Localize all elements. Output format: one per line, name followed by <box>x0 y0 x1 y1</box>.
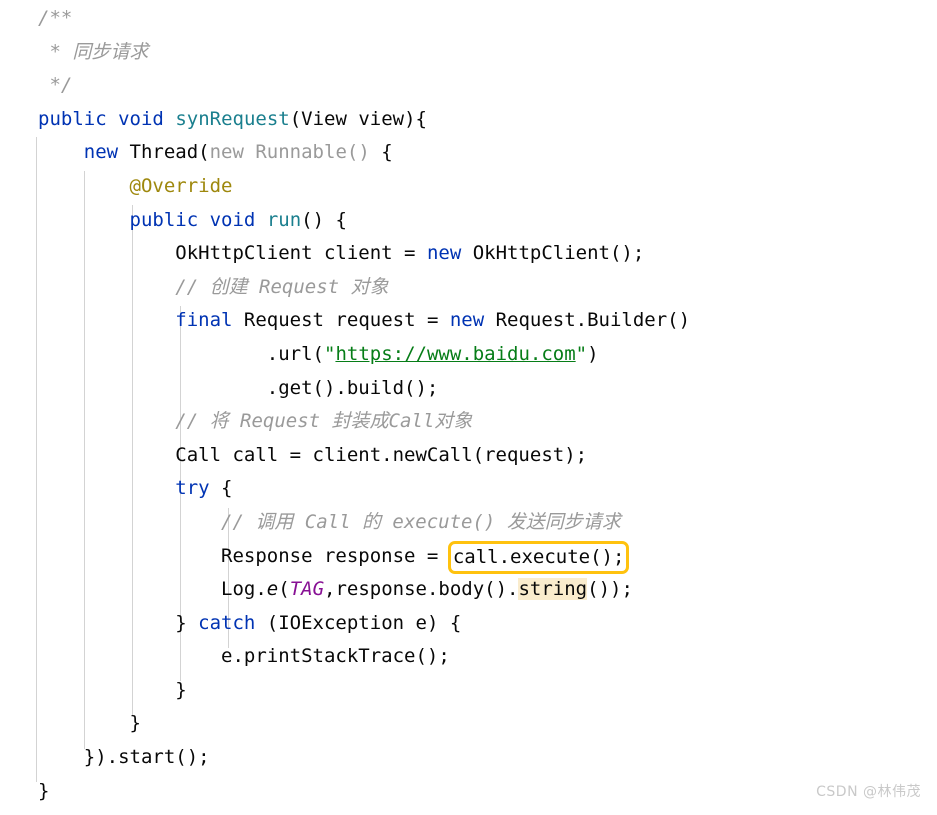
code-token: e.printStackTrace(); <box>38 645 450 668</box>
code-line[interactable]: .url("https://www.baidu.com") <box>38 338 937 372</box>
code-token: Call call = client.newCall(request); <box>38 443 588 466</box>
code-line[interactable]: // 创建 Request 对象 <box>38 271 937 305</box>
code-line[interactable]: } <box>38 707 937 741</box>
code-token: catch <box>198 611 256 634</box>
code-token: Request.Builder() <box>484 309 691 332</box>
code-token: @Override <box>129 174 233 197</box>
code-token: public <box>38 107 107 130</box>
code-line[interactable]: new Thread(new Runnable() { <box>38 136 937 170</box>
code-token: " <box>323 342 336 365</box>
code-token: new Runnable() <box>209 141 370 164</box>
code-token: } <box>38 779 50 802</box>
code-token: (IOException e) { <box>255 611 462 634</box>
code-token: { <box>209 477 233 500</box>
code-line[interactable]: }).start(); <box>38 741 937 775</box>
code-line[interactable]: } catch (IOException e) { <box>38 607 937 641</box>
code-token: ) <box>587 342 599 365</box>
code-token: (View view){ <box>289 107 427 130</box>
code-line[interactable]: final Request request = new Request.Buil… <box>38 304 937 338</box>
code-token: /** <box>38 7 73 29</box>
code-token: Response response = <box>38 544 450 567</box>
code-token: { <box>369 141 393 164</box>
code-line[interactable]: public void synRequest(View view){ <box>38 103 937 137</box>
csdn-watermark: CSDN @林伟茂 <box>816 784 921 800</box>
code-token: https://www.baidu.com <box>335 342 576 365</box>
indent-guide-line <box>36 137 37 782</box>
code-line[interactable]: // 调用 Call 的 execute() 发送同步请求 <box>38 506 937 540</box>
code-token: }).start(); <box>38 746 210 769</box>
code-token: } <box>38 611 199 634</box>
code-line[interactable]: Call call = client.newCall(request); <box>38 439 937 473</box>
code-line[interactable]: try { <box>38 472 937 506</box>
code-token: void <box>118 107 164 130</box>
code-token: new <box>426 242 462 265</box>
highlighted-token: string <box>518 578 588 601</box>
code-token: Request request = <box>232 309 450 332</box>
code-line[interactable]: // 将 Request 封装成Call对象 <box>38 405 937 439</box>
code-token: synRequest <box>175 107 290 130</box>
code-block[interactable]: /** * 同步请求 */ public void synRequest(View… <box>38 2 937 808</box>
code-token: new <box>449 309 485 332</box>
code-token: * 同步请求 <box>38 40 149 63</box>
code-token: Log. <box>38 578 267 601</box>
code-token: run <box>266 208 302 231</box>
code-token: // 创建 Request 对象 <box>175 275 389 298</box>
code-token: public <box>129 208 199 231</box>
code-token: TAG <box>289 578 325 601</box>
code-token: .url( <box>38 342 324 365</box>
code-token: ( <box>278 578 290 601</box>
code-line[interactable]: e.printStackTrace(); <box>38 640 937 674</box>
code-line[interactable]: Response response = call.execute(); <box>38 540 937 574</box>
code-line[interactable]: Log.e(TAG,response.body().string()); <box>38 573 937 607</box>
code-token: e <box>266 578 279 601</box>
code-line[interactable]: public void run() { <box>38 204 937 238</box>
code-line[interactable]: OkHttpClient client = new OkHttpClient()… <box>38 237 937 271</box>
code-token: // 将 Request 封装成Call对象 <box>175 410 473 433</box>
code-token: () { <box>301 208 347 231</box>
code-token: ,response.body(). <box>324 578 519 601</box>
code-token: OkHttpClient(); <box>461 242 645 265</box>
code-token: } <box>38 678 187 701</box>
code-token: } <box>38 712 141 735</box>
code-line[interactable]: */ <box>38 69 937 103</box>
code-line[interactable]: .get().build(); <box>38 372 937 406</box>
code-line[interactable]: /** <box>38 2 937 36</box>
code-token: // 调用 Call 的 execute() 发送同步请求 <box>221 510 621 533</box>
code-line[interactable]: @Override <box>38 170 937 204</box>
code-token: void <box>209 208 256 231</box>
code-editor-canvas: /** * 同步请求 */ public void synRequest(View… <box>0 0 937 815</box>
code-line[interactable]: * 同步请求 <box>38 36 937 70</box>
code-token: OkHttpClient client = <box>38 242 427 265</box>
code-token: .get().build(); <box>38 376 439 399</box>
code-token: Thread( <box>118 141 210 164</box>
code-token: new <box>83 141 119 164</box>
code-token: */ <box>38 74 73 97</box>
code-line[interactable]: } <box>38 674 937 708</box>
code-token: " <box>575 342 588 365</box>
code-token: ()); <box>587 578 633 601</box>
code-token: final <box>175 309 233 332</box>
highlighted-call-box: call.execute(); <box>447 540 630 574</box>
code-token: try <box>175 477 210 500</box>
code-line[interactable]: } <box>38 775 937 809</box>
